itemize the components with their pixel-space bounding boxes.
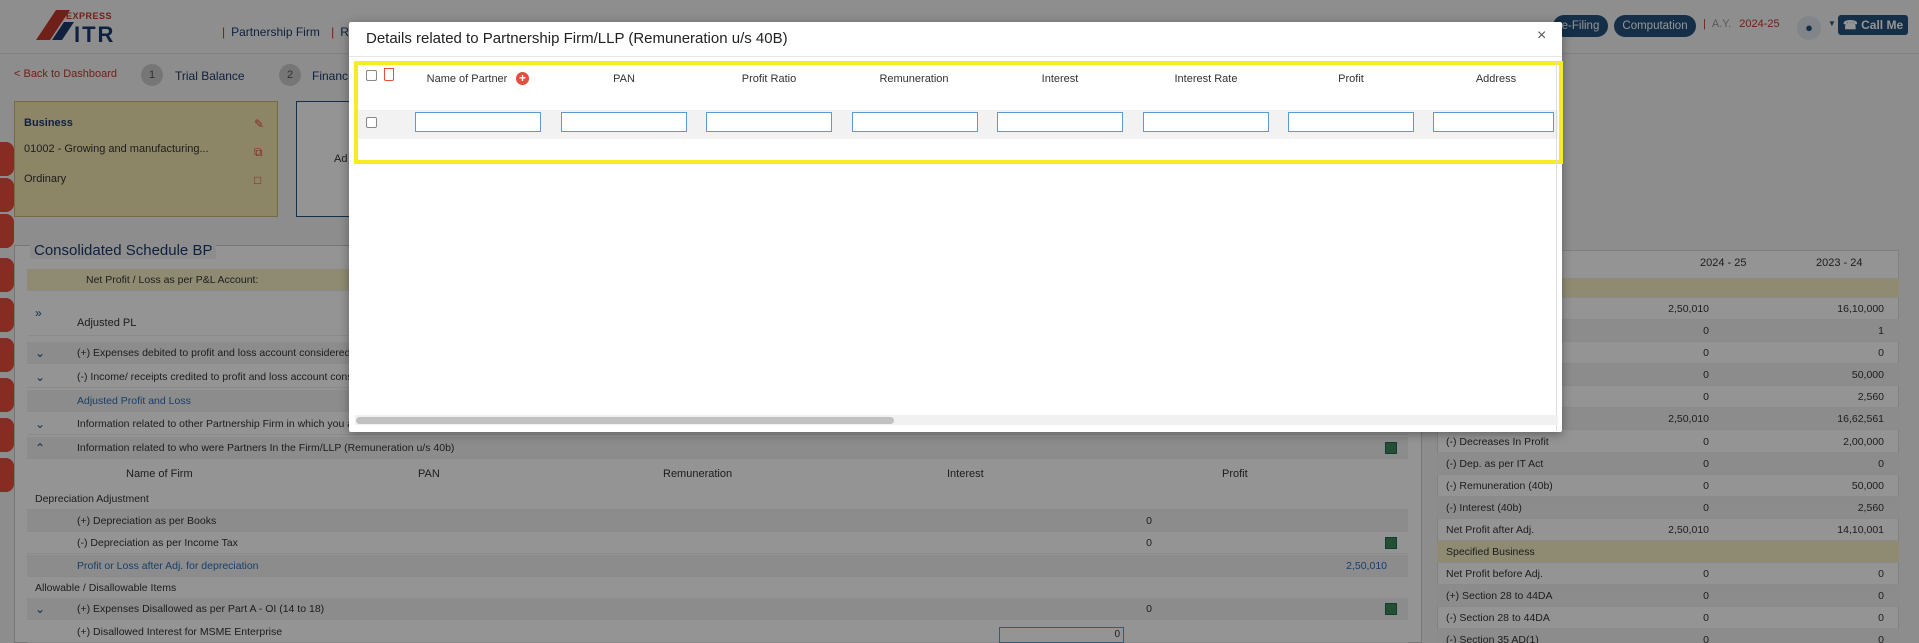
close-icon[interactable]: ×: [1537, 27, 1546, 45]
scrollbar-thumb[interactable]: [356, 417, 894, 424]
modal-divider: [349, 56, 1562, 57]
table-right-border: [1556, 61, 1557, 431]
modal-title: Details related to Partnership Firm/LLP …: [366, 30, 788, 47]
highlight-box: [354, 61, 1563, 164]
